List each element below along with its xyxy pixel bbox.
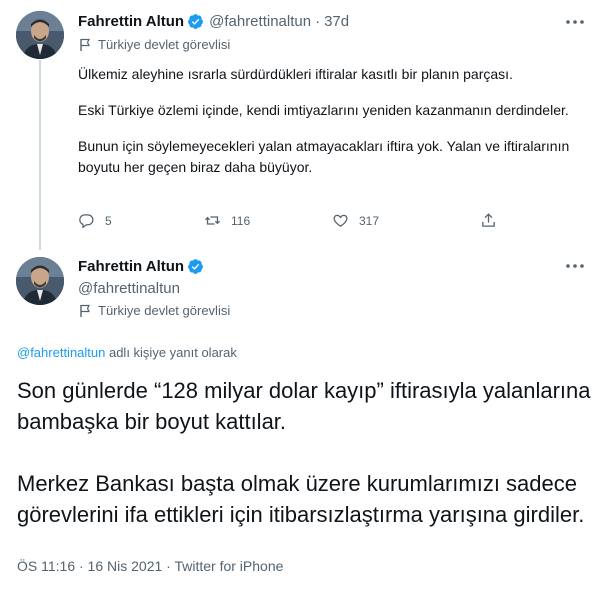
retweet-count: 116 bbox=[231, 213, 251, 228]
tweet-text: Ülkemiz aleyhine ısrarla sürdürdükleri i… bbox=[78, 64, 578, 193]
reply-button[interactable]: 5 bbox=[78, 212, 204, 229]
avatar[interactable] bbox=[16, 11, 64, 59]
tweet-paragraph: Bunun için söylemeyecekleri yalan atmaya… bbox=[78, 138, 570, 175]
more-dots-icon[interactable] bbox=[565, 262, 585, 270]
government-label-text: Türkiye devlet görevlisi bbox=[98, 303, 231, 318]
heart-icon bbox=[333, 214, 348, 227]
tweet-header: Fahrettin Altun @fahrettinaltun · 37d bbox=[78, 13, 349, 30]
reply-context: @fahrettinaltun adlı kişiye yanıt olarak bbox=[17, 345, 237, 360]
thread-line bbox=[39, 60, 41, 250]
tweet-header: Fahrettin Altun bbox=[78, 258, 204, 275]
share-button[interactable] bbox=[480, 212, 507, 229]
government-label: Türkiye devlet görevlisi bbox=[78, 37, 230, 52]
like-button[interactable]: 317 bbox=[332, 212, 480, 229]
author-name[interactable]: Fahrettin Altun bbox=[78, 13, 184, 30]
tweet-main: Fahrettin Altun @fahrettinaltun Türkiye … bbox=[0, 245, 603, 589]
avatar[interactable] bbox=[16, 257, 64, 305]
tweet-paragraph: Merkez Bankası başta olmak üzere kurumla… bbox=[17, 471, 585, 527]
tweet-paragraph: Son günlerde “128 milyar dolar kayıp” if… bbox=[17, 378, 591, 434]
reply-mention-link[interactable]: @fahrettinaltun bbox=[17, 345, 105, 360]
reply-icon bbox=[79, 214, 94, 229]
verified-badge-icon bbox=[188, 14, 204, 29]
author-handle[interactable]: @fahrettinaltun bbox=[78, 280, 180, 297]
like-count: 317 bbox=[359, 213, 380, 228]
reply-count: 5 bbox=[105, 213, 112, 228]
flag-icon bbox=[80, 38, 90, 51]
timestamp[interactable]: 37d bbox=[324, 13, 349, 30]
tweet-text: Son günlerde “128 milyar dolar kayıp” if… bbox=[17, 375, 592, 561]
author-handle[interactable]: @fahrettinaltun bbox=[209, 13, 311, 30]
tweet-actions: 5 116 317 bbox=[78, 212, 507, 229]
author-name[interactable]: Fahrettin Altun bbox=[78, 258, 184, 275]
more-dots-icon[interactable] bbox=[565, 18, 585, 26]
verified-badge-icon bbox=[188, 259, 204, 274]
retweet-button[interactable]: 116 bbox=[204, 212, 332, 229]
tweet-paragraph: Ülkemiz aleyhine ısrarla sürdürdükleri i… bbox=[78, 66, 513, 82]
retweet-icon bbox=[204, 216, 221, 225]
tweet-meta[interactable]: ÖS 11:16 · 16 Nis 2021 · Twitter for iPh… bbox=[17, 558, 283, 574]
government-label: Türkiye devlet görevlisi bbox=[78, 303, 230, 318]
share-icon bbox=[482, 213, 495, 227]
government-label-text: Türkiye devlet görevlisi bbox=[98, 37, 231, 52]
reply-context-text: adlı kişiye yanıt olarak bbox=[105, 345, 237, 360]
separator: · bbox=[315, 13, 321, 30]
flag-icon bbox=[80, 304, 90, 317]
tweet-paragraph: Eski Türkiye özlemi içinde, kendi imtiya… bbox=[78, 102, 569, 118]
tweet-first[interactable]: Fahrettin Altun @fahrettinaltun · 37d Tü… bbox=[0, 0, 603, 250]
